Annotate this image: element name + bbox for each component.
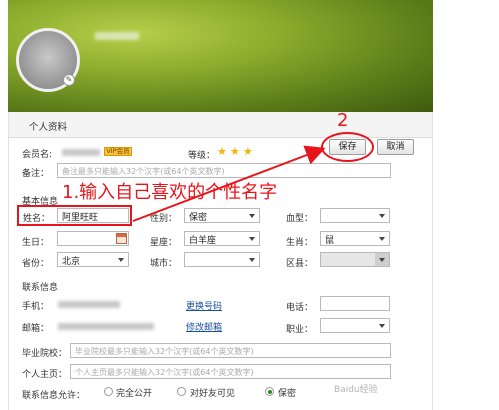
tel-label: 电话： [286,303,314,313]
annotation-step-1: 1.输入自己喜欢的个性名字 [62,182,278,203]
change-email-link[interactable]: 修改邮箱 [186,320,222,333]
phone-label: 手机： [22,302,50,312]
change-phone-link[interactable]: 更换号码 [186,299,222,312]
chevron-down-icon [379,214,385,218]
remark-label: 备注： [22,169,50,179]
remark-placeholder: 备注最多只能输入32个汉字(或64个英文数字) [62,167,225,176]
nickname-blurred [95,32,139,40]
homepage-placeholder: 个人主页最多只能输入32个汉字(或64个英文数字) [75,368,254,377]
visibility-label: 联系信息允许： [22,391,86,401]
chevron-down-icon [379,324,385,328]
visibility-option-friends: 对好友可见 [190,389,236,399]
chevron-down-icon [118,258,124,262]
job-select[interactable] [320,318,390,333]
visibility-radio-private[interactable] [265,387,274,396]
gender-value: 保密 [189,213,208,223]
email-blurred [58,323,154,330]
panel-title: 个人资料 [29,122,68,133]
gender-label: 性别： [150,214,178,224]
member-name-blurred [62,149,100,156]
remark-input[interactable]: 备注最多只能输入32个汉字(或64个英文数字) [57,163,391,178]
watermark: Baidu经验 [334,385,378,395]
district-select[interactable] [320,252,390,267]
level-star-icon: ★ [230,145,240,158]
phone-blurred [58,301,120,308]
member-name-label: 会员名: [22,150,53,160]
blood-type-select[interactable] [320,208,390,223]
email-label: 邮箱： [22,324,50,334]
blood-type-label: 血型： [286,214,314,224]
province-value: 北京 [62,257,81,267]
level-star-icon: ★ [243,145,253,158]
job-label: 职业： [286,325,314,335]
zodiac-select[interactable]: 鼠 [320,231,390,246]
annotation-circle-save [321,132,374,162]
homepage-label: 个人主页： [22,370,68,380]
visibility-option-public: 完全公开 [116,389,153,399]
school-label: 毕业院校： [22,349,68,359]
visibility-radio-public[interactable] [104,387,113,396]
annotation-highlight-name [17,205,132,226]
panel-header: 个人资料 [9,112,432,138]
page-background [433,0,499,410]
district-label: 区县： [286,259,314,269]
zodiac-label: 生肖： [286,238,314,248]
visibility-option-private: 保密 [278,389,297,399]
city-select[interactable] [184,252,260,267]
province-label: 省份： [22,259,50,269]
level-label: 等级： [188,151,216,161]
gender-select[interactable]: 保密 [184,208,260,223]
school-input[interactable]: 毕业院校最多只能输入32个汉字(或64个英文数字) [70,343,391,358]
homepage-input[interactable]: 个人主页最多只能输入32个汉字(或64个英文数字) [70,364,391,379]
birthday-label: 生日： [22,238,50,248]
level-star-icon: ★ [217,145,227,158]
visibility-radio-friends[interactable] [177,387,186,396]
constellation-select[interactable]: 白羊座 [184,231,260,246]
school-placeholder: 毕业院校最多只能输入32个汉字(或64个英文数字) [75,347,254,356]
city-label: 城市： [150,259,178,269]
zodiac-value: 鼠 [325,236,335,246]
chevron-down-icon [249,258,255,262]
tel-input[interactable] [320,296,390,311]
vip-badge: VIP会员 [104,147,132,156]
chevron-down-icon [379,237,385,241]
constellation-value: 白羊座 [189,236,217,246]
chevron-down-icon [379,258,385,262]
contact-info-heading: 联系信息 [22,283,59,293]
chevron-down-icon [249,237,255,241]
annotation-step-2: 2 [337,110,349,131]
calendar-icon[interactable] [116,233,127,244]
edit-avatar-icon[interactable]: ✎ [63,74,75,86]
province-select[interactable]: 北京 [57,252,129,267]
constellation-label: 星座： [150,238,178,248]
chevron-down-icon [249,214,255,218]
cancel-button[interactable]: 取消 [377,139,414,155]
